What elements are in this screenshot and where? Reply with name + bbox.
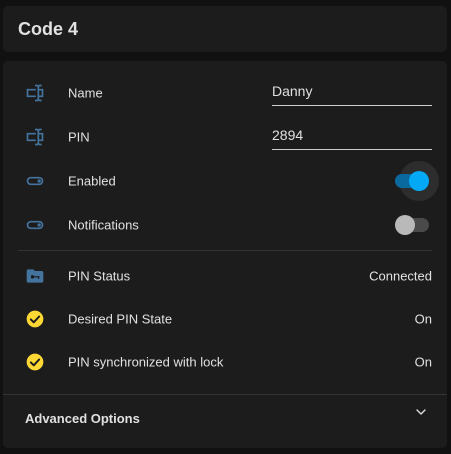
- enabled-label: Enabled: [68, 173, 116, 189]
- pin-status-value: Connected: [369, 268, 432, 284]
- name-label: Name: [68, 85, 103, 101]
- page-title: Code 4: [18, 19, 79, 39]
- toggle-thumb: [409, 171, 429, 191]
- desired-pin-state-row[interactable]: Desired PIN State On: [3, 297, 447, 341]
- check-circle-icon: [26, 310, 44, 328]
- pin-synchronized-row[interactable]: PIN synchronized with lock On: [3, 340, 447, 384]
- toggle-thumb: [395, 215, 415, 235]
- notifications-row: Notifications: [3, 203, 447, 247]
- pin-synchronized-value: On: [414, 354, 432, 370]
- header-card: Code 4: [3, 6, 447, 52]
- code-settings-card: Name PIN Enabled Notifications: [3, 61, 447, 448]
- textbox-icon: [26, 84, 44, 102]
- check-circle-icon: [26, 353, 44, 371]
- section-divider: [18, 250, 432, 251]
- chevron-down-icon[interactable]: [413, 404, 429, 420]
- pin-status-row[interactable]: PIN Status Connected: [3, 254, 447, 298]
- pin-synchronized-label: PIN synchronized with lock: [68, 354, 224, 370]
- notifications-label: Notifications: [68, 217, 139, 233]
- pin-status-label: PIN Status: [68, 268, 131, 284]
- folder-key-icon: [26, 269, 44, 283]
- enabled-toggle[interactable]: [395, 161, 439, 201]
- enabled-row: Enabled: [3, 159, 447, 203]
- advanced-options-header[interactable]: Advanced Options: [25, 411, 140, 426]
- desired-pin-state-label: Desired PIN State: [68, 311, 173, 327]
- desired-pin-state-value: On: [414, 311, 432, 327]
- pin-label: PIN: [68, 129, 90, 145]
- name-row: Name: [3, 71, 447, 115]
- toggle-switch-off-icon: [26, 220, 44, 230]
- pin-input[interactable]: [272, 125, 432, 150]
- advanced-divider: [3, 394, 447, 395]
- toggle-switch-icon: [26, 176, 44, 186]
- notifications-toggle[interactable]: [395, 215, 429, 235]
- textbox-icon: [26, 128, 44, 146]
- pin-row: PIN: [3, 115, 447, 159]
- name-input[interactable]: [272, 81, 432, 106]
